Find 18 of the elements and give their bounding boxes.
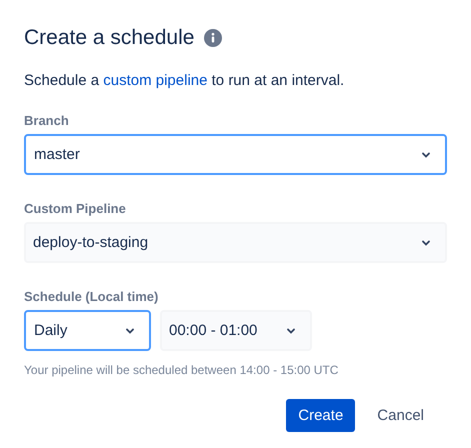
create-button[interactable]: Create [286, 399, 356, 432]
select-field[interactable]: master [24, 134, 447, 175]
chevron-down-icon [286, 328, 296, 334]
select-field[interactable]: deploy-to-staging [24, 222, 447, 263]
field-label: Schedule (Local time) [24, 289, 160, 304]
chevron-down-icon [421, 152, 431, 158]
chevron-down-icon [421, 240, 431, 246]
custom-pipeline-link[interactable]: custom pipeline [103, 72, 208, 89]
cancel-button[interactable]: Cancel [365, 399, 436, 432]
dialog-title: Create a schedule [24, 26, 194, 50]
info-icon[interactable] [204, 29, 222, 47]
select-field[interactable]: Daily [24, 310, 151, 351]
select-field[interactable]: 00:00 - 01:00 [160, 310, 312, 351]
field-label: Branch [24, 113, 70, 128]
description-text: Schedule a custom pipeline to run at an interval. [24, 72, 346, 89]
helper-text: Your pipeline will be scheduled between 14:00 - 15:00 UTC [24, 363, 340, 377]
field-label: Custom Pipeline [24, 201, 127, 216]
chevron-down-icon [125, 328, 135, 334]
